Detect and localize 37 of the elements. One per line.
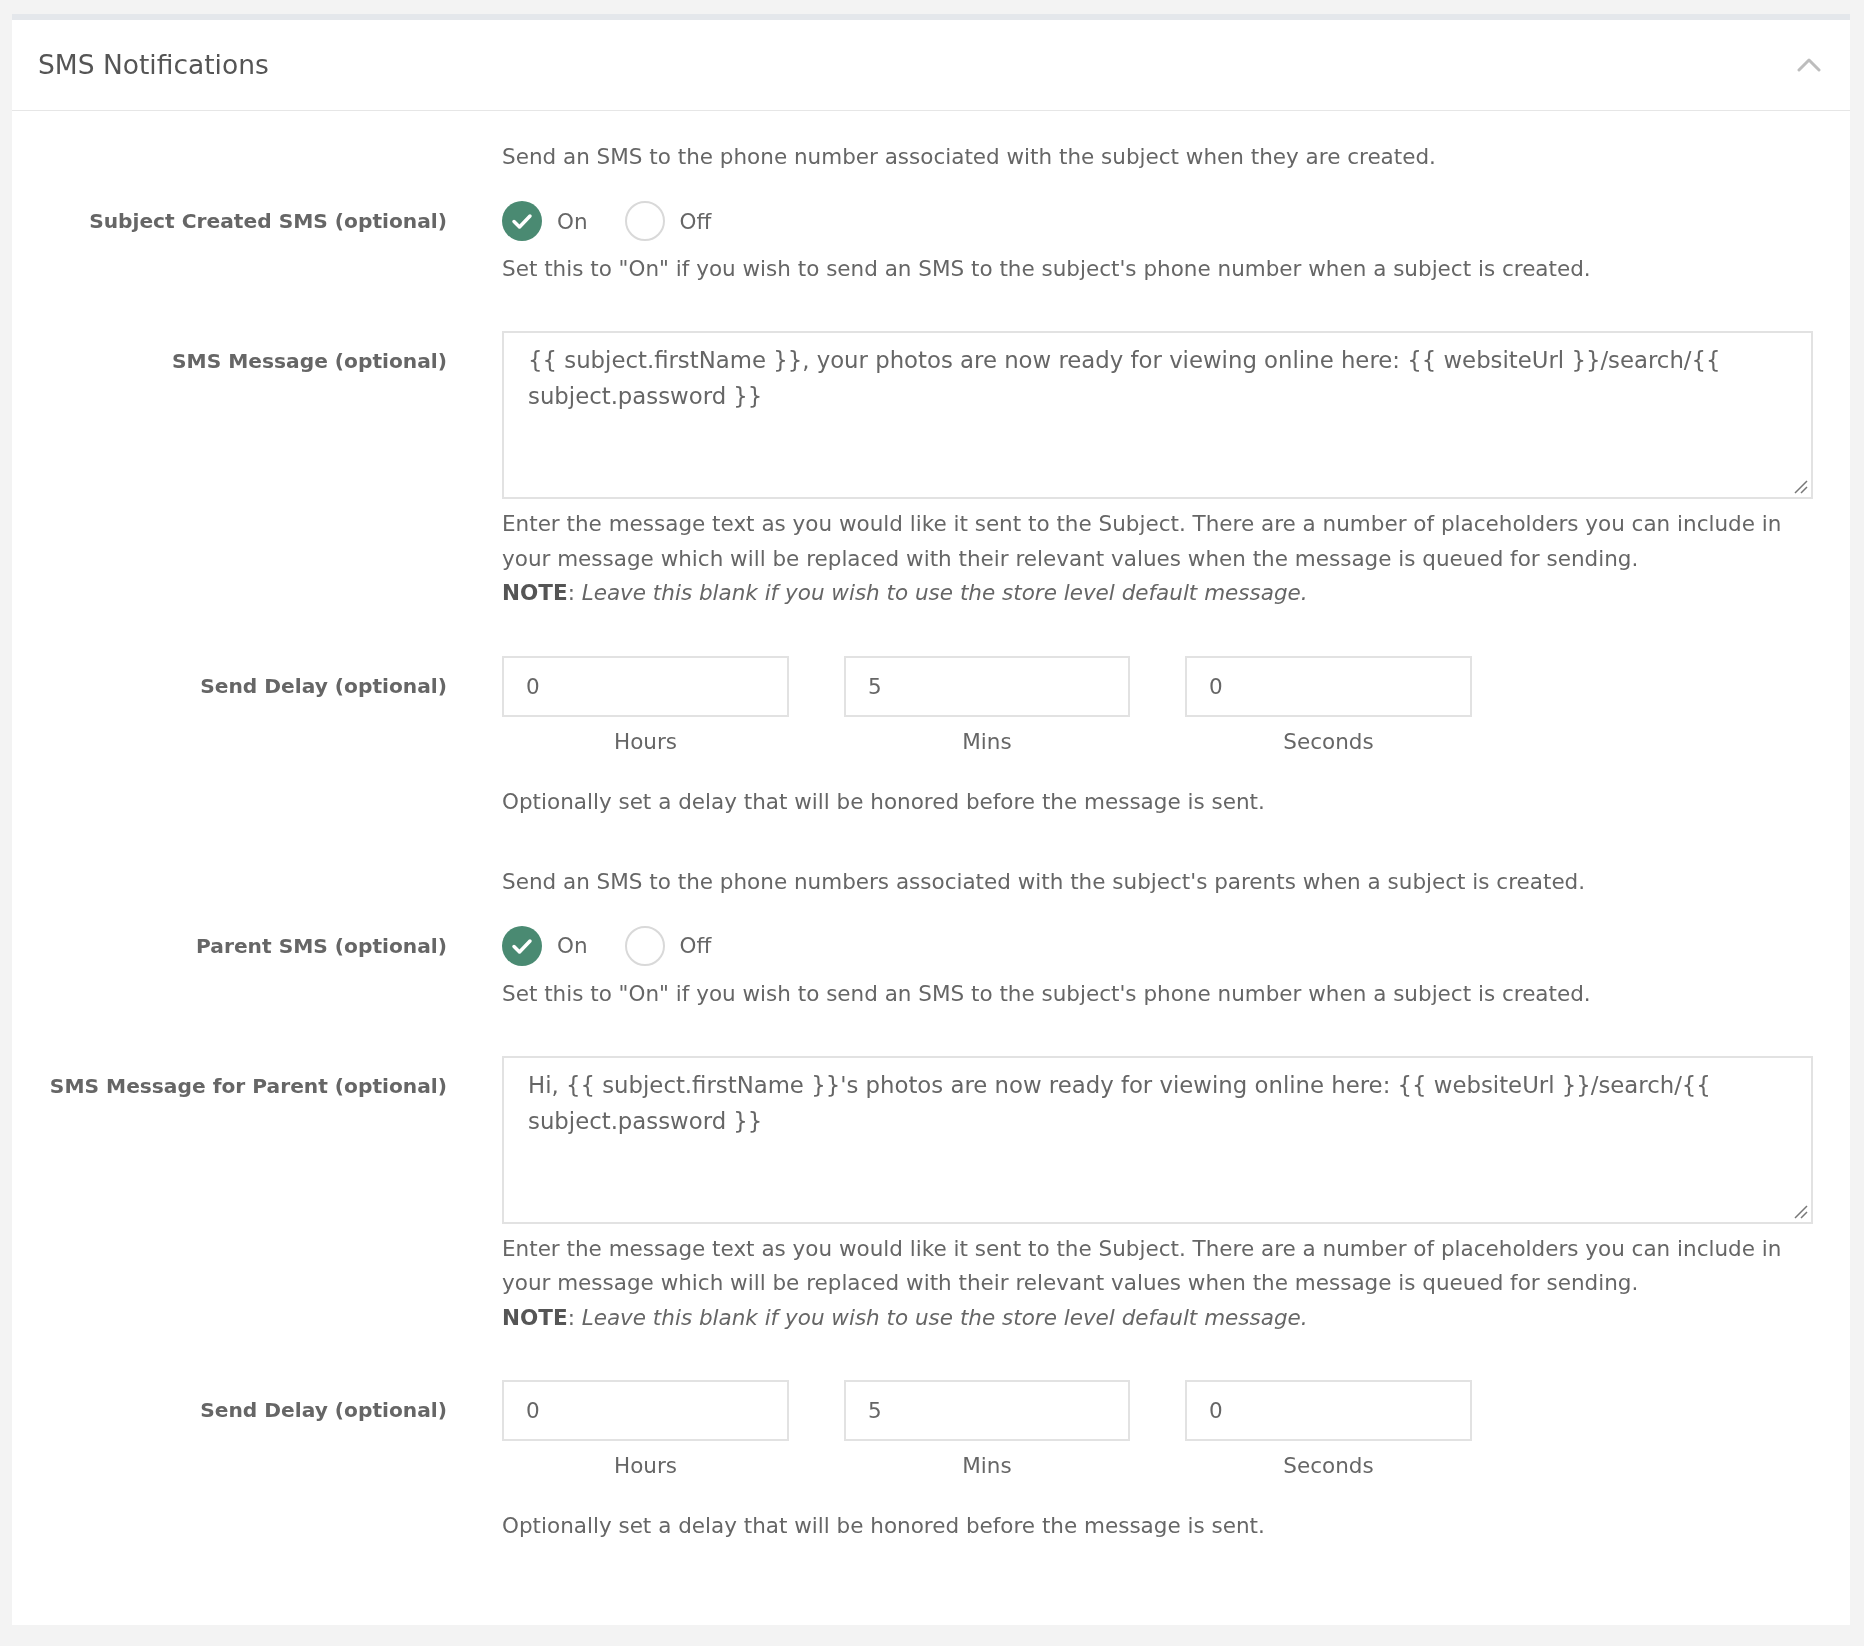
- help-text: Set this to "On" if you wish to send an SMS to the subject's phone number when a subject is created.: [502, 979, 1591, 1008]
- panel-title: SMS Notifications: [38, 48, 269, 82]
- field-caption: Seconds: [1283, 1452, 1374, 1480]
- description-text: Send an SMS to the phone numbers associated with the subject's parents when a subject is created.: [502, 867, 1586, 896]
- message-textarea[interactable]: Hi, {{ subject.firstName }}'s photos are now ready for viewing online here: {{ websiteUrl }}/search/{{ subject.password }}: [502, 1055, 1813, 1224]
- description-text: Send an SMS to the phone number associated with the subject when they are created.: [502, 143, 1436, 171]
- field-label: SMS Message (optional): [172, 348, 447, 375]
- field-caption: Seconds: [1283, 727, 1374, 756]
- note-text: NOTE: Leave this blank if you wish to use the store level default message.: [502, 579, 1308, 607]
- field-caption: Hours: [614, 727, 677, 756]
- resize-grip-icon[interactable]: [1794, 480, 1808, 494]
- input-field[interactable]: 0: [502, 655, 789, 717]
- field-label: Subject Created SMS (optional): [89, 208, 447, 235]
- input-field[interactable]: 0: [1185, 1380, 1472, 1441]
- field-caption: Hours: [614, 1452, 677, 1480]
- radio-option[interactable]: Off: [624, 925, 712, 966]
- help-text: Enter the message text as you would like it sent to the Subject. There are a number of placeholders you can include in your message which will be replaced with their relevant values when the message is queued for sending.: [502, 1234, 1783, 1297]
- input-field[interactable]: 0: [502, 1380, 789, 1441]
- field-caption: Mins: [962, 727, 1012, 756]
- radio-option[interactable]: On: [502, 925, 588, 966]
- field-label: Send Delay (optional): [200, 672, 447, 700]
- field-label: SMS Message for Parent (optional): [49, 1072, 447, 1100]
- help-text: Optionally set a delay that will be honored before the message is sent.: [502, 1512, 1265, 1540]
- field-label: Parent SMS (optional): [196, 932, 447, 960]
- note-text: NOTE: Leave this blank if you wish to use the store level default message.: [502, 1303, 1308, 1332]
- radio-option[interactable]: Off: [624, 201, 712, 241]
- field-label: Send Delay (optional): [200, 1397, 447, 1424]
- field-caption: Mins: [962, 1452, 1012, 1480]
- help-text: Set this to "On" if you wish to send an SMS to the subject's phone number when a subject is created.: [502, 255, 1591, 283]
- input-field[interactable]: 5: [844, 655, 1130, 717]
- input-field[interactable]: 0: [1185, 655, 1472, 717]
- radio-option[interactable]: On: [502, 201, 588, 241]
- help-text: Optionally set a delay that will be honored before the message is sent.: [502, 787, 1265, 816]
- help-text: Enter the message text as you would like it sent to the Subject. There are a number of placeholders you can include in your message which will be replaced with their relevant values when the message is queued for sending.: [502, 510, 1783, 573]
- resize-grip-icon[interactable]: [1794, 1204, 1808, 1219]
- message-textarea[interactable]: {{ subject.firstName }}, your photos are now ready for viewing online here: {{ websiteUrl }}/search/{{ subject.password }}: [502, 331, 1813, 499]
- input-field[interactable]: 5: [844, 1380, 1130, 1441]
